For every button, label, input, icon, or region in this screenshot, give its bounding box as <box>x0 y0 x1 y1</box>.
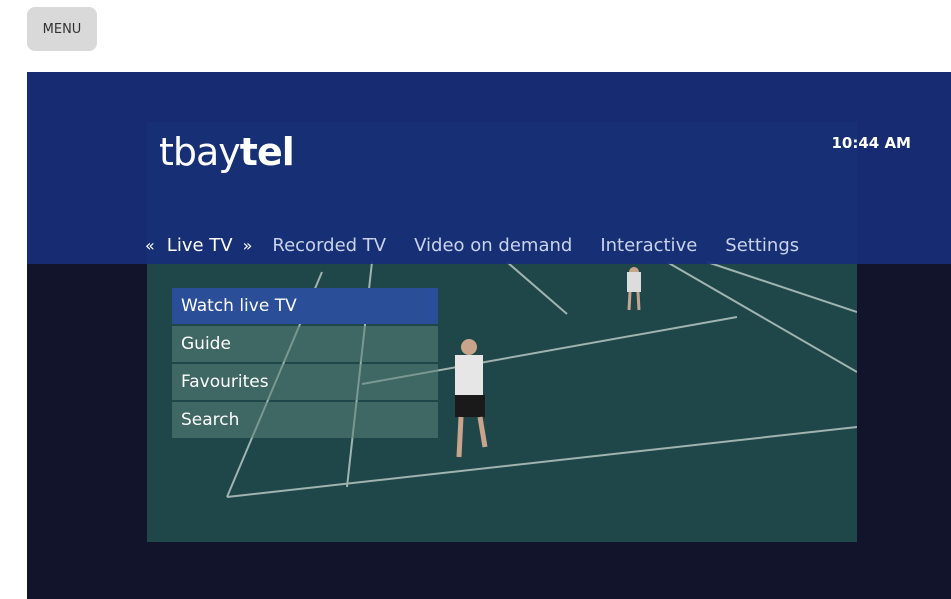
chevron-left-icon[interactable]: « <box>145 236 155 255</box>
nav-item-interactive[interactable]: Interactive <box>600 235 697 256</box>
clock: 10:44 AM <box>831 134 911 152</box>
tv-screen: tbaytel 10:44 AM « Live TV » Recorded TV… <box>27 72 951 599</box>
tbaytel-logo: tbaytel <box>159 130 295 174</box>
main-nav: « Live TV » Recorded TV Video on demand … <box>145 230 827 260</box>
submenu-item-guide[interactable]: Guide <box>172 326 438 362</box>
nav-item-live-tv[interactable]: Live TV <box>167 235 233 256</box>
submenu-item-favourites[interactable]: Favourites <box>172 364 438 400</box>
nav-item-recorded-tv[interactable]: Recorded TV <box>272 235 386 256</box>
menu-button[interactable]: MENU <box>27 7 97 51</box>
header-bar: tbaytel 10:44 AM « Live TV » Recorded TV… <box>27 72 951 264</box>
submenu-item-watch-live-tv[interactable]: Watch live TV <box>172 288 438 324</box>
nav-item-settings[interactable]: Settings <box>725 235 799 256</box>
submenu-item-search[interactable]: Search <box>172 402 438 438</box>
chevron-right-icon[interactable]: » <box>243 236 253 255</box>
live-tv-submenu: Watch live TV Guide Favourites Search <box>172 288 438 440</box>
nav-item-video-on-demand[interactable]: Video on demand <box>414 235 572 256</box>
